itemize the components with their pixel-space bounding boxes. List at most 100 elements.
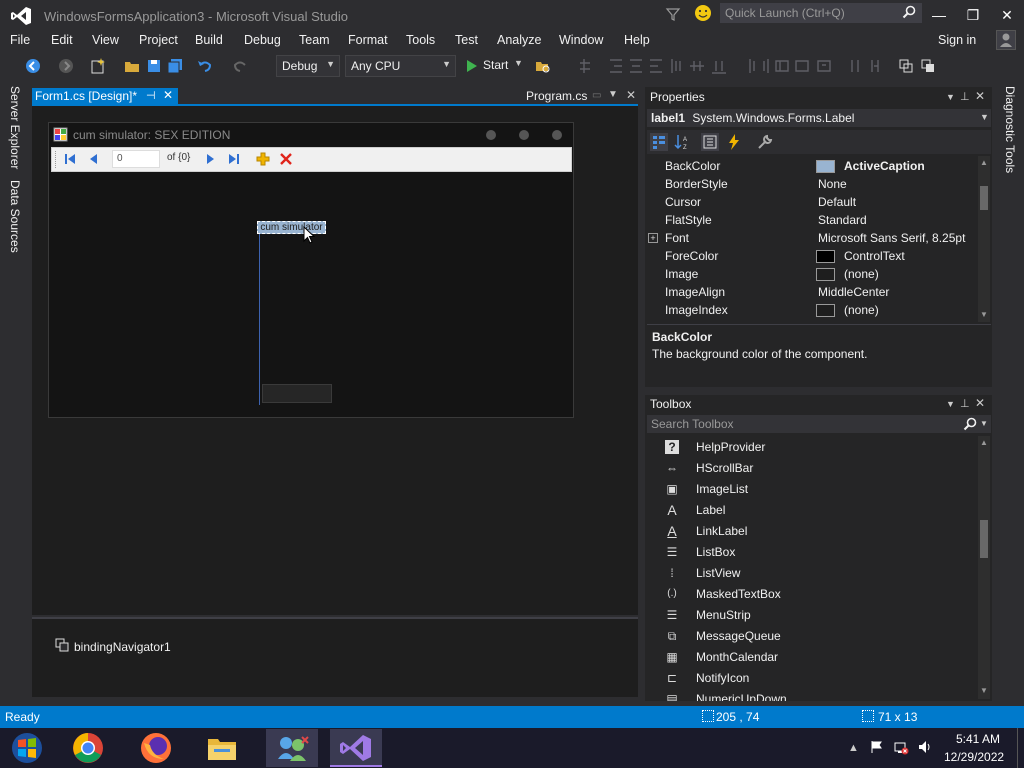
- menu-analyze[interactable]: Analyze: [497, 33, 541, 47]
- server-explorer-tab[interactable]: Server Explorer: [8, 86, 22, 169]
- move-first-icon[interactable]: [63, 152, 77, 166]
- toolbox-search-input[interactable]: Search Toolbox: [647, 415, 991, 433]
- toolbox-item-numericupdown[interactable]: NumericUpDown: [696, 692, 787, 701]
- toolbox-item-helpprovider[interactable]: HelpProvider: [696, 440, 765, 454]
- menu-format[interactable]: Format: [348, 33, 388, 47]
- menu-help[interactable]: Help: [624, 33, 650, 47]
- alphabetical-icon[interactable]: AZ: [673, 133, 691, 151]
- toolbox-item-hscrollbar[interactable]: HScrollBar: [696, 461, 753, 475]
- form-maximize-button[interactable]: [519, 130, 529, 140]
- move-previous-icon[interactable]: [87, 152, 101, 166]
- menu-build[interactable]: Build: [195, 33, 223, 47]
- clock-date[interactable]: 12/29/2022: [944, 750, 1004, 764]
- property-value[interactable]: MiddleCenter: [818, 285, 889, 299]
- menu-debug[interactable]: Debug: [244, 33, 281, 47]
- start-debugging-button[interactable]: Start: [483, 58, 508, 72]
- add-new-icon[interactable]: [256, 152, 270, 166]
- property-name[interactable]: Image: [665, 267, 698, 281]
- tray-component-binding-navigator[interactable]: bindingNavigator1: [74, 640, 171, 654]
- new-project-icon[interactable]: [89, 57, 107, 75]
- position-input[interactable]: 0: [112, 150, 160, 168]
- search-icon[interactable]: [902, 5, 916, 19]
- property-value[interactable]: Microsoft Sans Serif, 8.25pt: [818, 231, 965, 245]
- navigate-back-icon[interactable]: [24, 57, 42, 75]
- form-minimize-button[interactable]: [486, 130, 496, 140]
- save-all-icon[interactable]: [166, 57, 184, 75]
- solution-configuration-select[interactable]: Debug ▼: [276, 55, 340, 77]
- tab-form1-design[interactable]: Form1.cs [Design]*: [32, 88, 178, 105]
- button-control[interactable]: [262, 384, 332, 403]
- toolbox-item-maskedtextbox[interactable]: MaskedTextBox: [696, 587, 781, 601]
- categorized-icon[interactable]: [650, 133, 668, 151]
- toolbox-item-listview[interactable]: ListView: [696, 566, 740, 580]
- toolbox-item-imagelist[interactable]: ImageList: [696, 482, 748, 496]
- feedback-smiley-icon[interactable]: [694, 4, 712, 22]
- properties-scrollbar[interactable]: ▲ ▼: [978, 156, 990, 322]
- toolbox-item-listbox[interactable]: ListBox: [696, 545, 735, 559]
- property-name[interactable]: BorderStyle: [665, 177, 728, 191]
- data-sources-tab[interactable]: Data Sources: [8, 180, 22, 253]
- visual-studio-taskbar-icon[interactable]: [330, 729, 382, 767]
- property-value[interactable]: Default: [818, 195, 856, 209]
- scroll-up-icon[interactable]: ▲: [980, 438, 988, 447]
- network-icon[interactable]: [893, 739, 909, 755]
- property-value[interactable]: (none): [844, 303, 879, 317]
- start-orb-icon[interactable]: [9, 731, 45, 765]
- notifications-filter-icon[interactable]: [665, 6, 681, 22]
- property-value[interactable]: ControlText: [844, 249, 905, 263]
- navigate-forward-icon[interactable]: [57, 57, 75, 75]
- chevron-down-icon[interactable]: ▼: [980, 419, 988, 428]
- events-lightning-icon[interactable]: [725, 133, 743, 151]
- chrome-icon[interactable]: [70, 731, 106, 765]
- menu-tools[interactable]: Tools: [406, 33, 435, 47]
- scroll-down-icon[interactable]: ▼: [980, 310, 988, 319]
- move-next-icon[interactable]: [203, 152, 217, 166]
- close-panel-icon[interactable]: ✕: [975, 396, 985, 410]
- property-pages-wrench-icon[interactable]: [756, 133, 774, 151]
- scroll-up-icon[interactable]: ▲: [980, 158, 988, 167]
- quick-launch-input[interactable]: Quick Launch (Ctrl+Q): [720, 3, 922, 23]
- property-value[interactable]: (none): [844, 267, 879, 281]
- move-last-icon[interactable]: [227, 152, 241, 166]
- property-name[interactable]: ImageAlign: [665, 285, 725, 299]
- property-name[interactable]: Cursor: [665, 195, 701, 209]
- chevron-down-icon[interactable]: ▼: [514, 58, 523, 68]
- firefox-icon[interactable]: [138, 731, 174, 765]
- menu-file[interactable]: File: [10, 33, 30, 47]
- scrollbar-thumb[interactable]: [980, 186, 988, 210]
- active-files-dropdown-icon[interactable]: ▼: [608, 89, 618, 100]
- undo-icon[interactable]: [196, 57, 214, 75]
- close-panel-icon[interactable]: ✕: [975, 89, 985, 103]
- toolbox-scrollbar[interactable]: ▲ ▼: [978, 436, 990, 699]
- pin-panel-icon[interactable]: ⊥: [960, 90, 970, 103]
- redo-icon[interactable]: [231, 57, 249, 75]
- expand-plus-icon[interactable]: +: [648, 233, 658, 243]
- panel-options-icon[interactable]: ▼: [946, 92, 955, 102]
- delete-icon[interactable]: [279, 152, 293, 166]
- volume-icon[interactable]: [917, 739, 933, 755]
- preview-pin-icon[interactable]: ▭: [592, 90, 601, 101]
- minimize-button[interactable]: —: [926, 4, 952, 26]
- platform-select[interactable]: Any CPU ▼: [345, 55, 456, 77]
- property-name[interactable]: ImageIndex: [665, 303, 728, 317]
- start-play-icon[interactable]: [465, 59, 479, 73]
- tab-program-cs[interactable]: Program.cs: [526, 89, 587, 103]
- properties-view-icon[interactable]: [701, 133, 719, 151]
- taskbar-app-highlight[interactable]: [266, 729, 318, 767]
- property-name[interactable]: Font: [665, 231, 689, 245]
- clock-time[interactable]: 5:41 AM: [956, 732, 1000, 746]
- search-icon[interactable]: [963, 417, 977, 431]
- scroll-down-icon[interactable]: ▼: [980, 686, 988, 695]
- form-close-button[interactable]: [552, 130, 562, 140]
- menu-edit[interactable]: Edit: [51, 33, 73, 47]
- action-center-flag-icon[interactable]: [870, 740, 884, 754]
- grip-handle[interactable]: [55, 151, 58, 168]
- restore-button[interactable]: ❐: [960, 4, 986, 26]
- property-name[interactable]: BackColor: [665, 159, 720, 173]
- property-value[interactable]: ActiveCaption: [844, 159, 925, 173]
- scrollbar-thumb[interactable]: [980, 520, 988, 558]
- sign-in-link[interactable]: Sign in: [938, 33, 976, 47]
- menu-team[interactable]: Team: [299, 33, 330, 47]
- menu-project[interactable]: Project: [139, 33, 178, 47]
- toolbox-item-notifyicon[interactable]: NotifyIcon: [696, 671, 749, 685]
